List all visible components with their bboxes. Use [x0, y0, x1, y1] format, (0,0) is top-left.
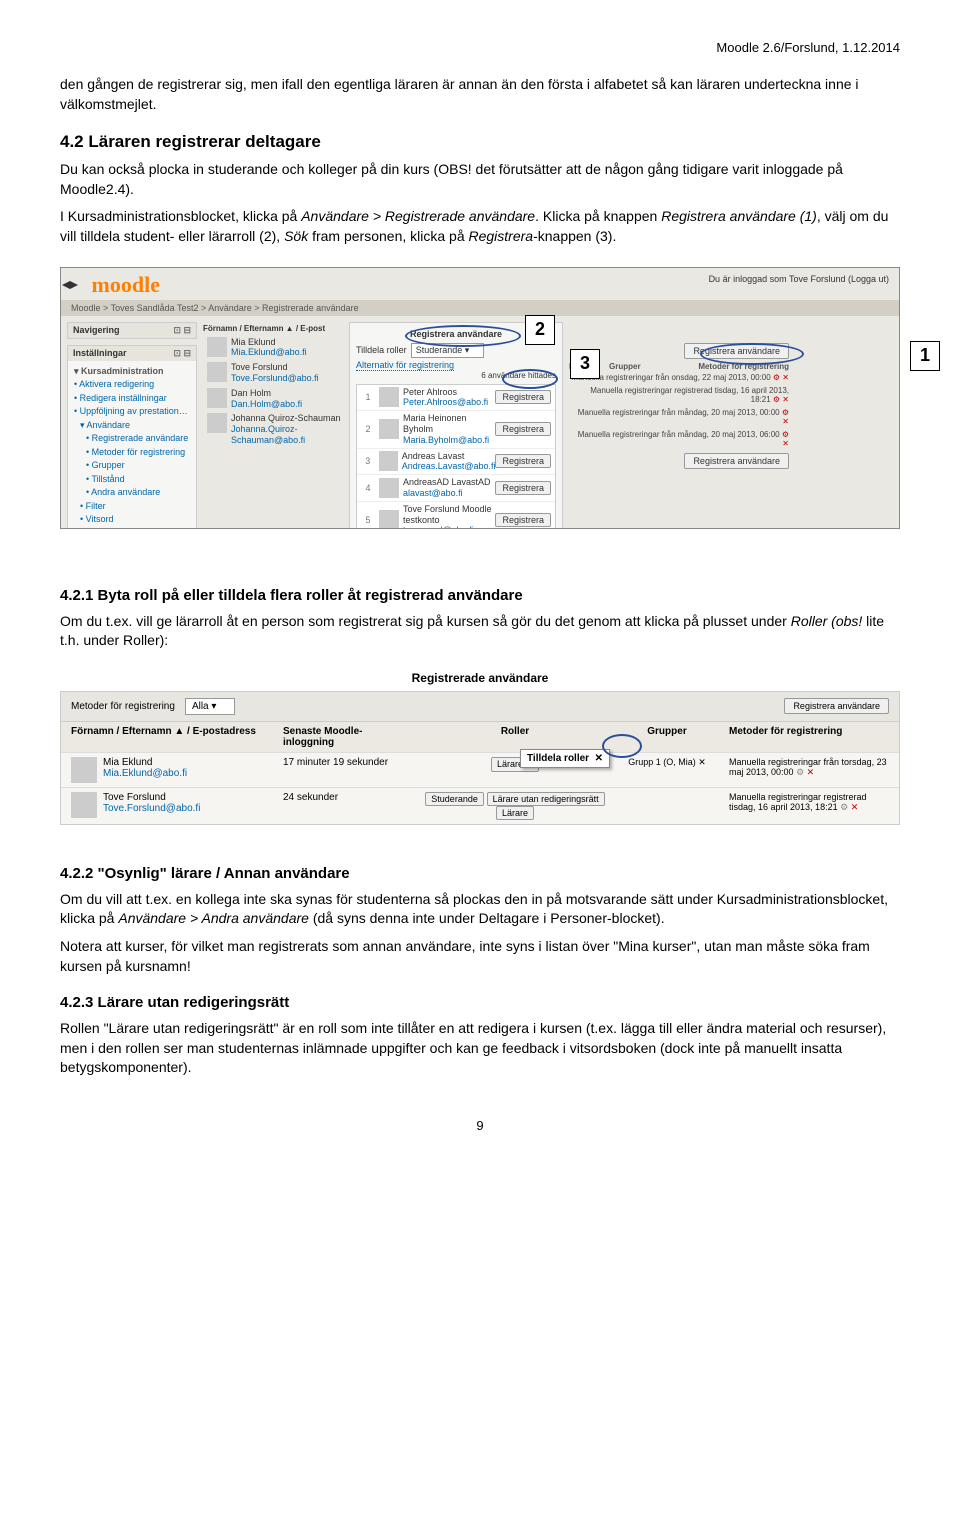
popup-user-row: 5Tove Forslund Moodle testkontotovemood@…	[357, 502, 555, 529]
avatar	[71, 792, 97, 818]
avatar	[379, 478, 399, 498]
method-row: Manuella registreringar från onsdag, 22 …	[569, 371, 789, 384]
sidebar-item[interactable]: • Vitsord	[74, 513, 190, 527]
annotation-oval-1	[700, 343, 804, 365]
nav-panel-title: Navigering	[73, 325, 120, 336]
p-4-2-1: Om du t.ex. vill ge lärarroll åt en pers…	[60, 612, 900, 651]
col-roles: Roller	[419, 726, 611, 748]
breadcrumb: Moodle > Toves Sandlåda Test2 > Användar…	[61, 300, 899, 316]
annotation-oval-2	[405, 325, 521, 347]
moodle-logo: moodle	[82, 268, 170, 300]
assign-roles-tooltip: Tilldela roller ✕	[520, 749, 610, 768]
avatar	[379, 419, 399, 439]
role-label: Tilldela roller	[356, 345, 407, 355]
page-number: 9	[60, 1118, 900, 1133]
callout-2: 2	[525, 315, 555, 345]
table-row: Tove ForslundTove.Forslund@abo.fi24 seku…	[61, 787, 899, 824]
role-option[interactable]: Lärare utan redigeringsrätt	[487, 792, 605, 806]
callout-3: 3	[570, 349, 600, 379]
avatar	[207, 362, 227, 382]
delete-icon[interactable]: ✕	[851, 802, 859, 812]
sidebar-item[interactable]: • Filter	[74, 500, 190, 514]
avatar	[207, 388, 227, 408]
sidebar-item[interactable]: • Grupper	[74, 459, 190, 473]
alt-registration-link[interactable]: Alternativ för registrering	[356, 360, 454, 371]
register-button[interactable]: Registrera	[495, 481, 551, 495]
popup-user-row: 3Andreas LavastAndreas.Lavast@abo.fiRegi…	[357, 449, 555, 476]
sidebar-item[interactable]: • Aktivera redigering	[74, 378, 190, 392]
col-login: Senaste Moodle-inloggning	[277, 726, 419, 748]
p-4-2-a: Du kan också plocka in studerande och ko…	[60, 160, 900, 199]
list-item: Tove ForslundTove.Forslund@abo.fi	[203, 360, 343, 386]
method-select[interactable]: Alla ▾	[185, 698, 236, 715]
callout-1: 1	[910, 341, 940, 371]
method-row: Manuella registreringar från måndag, 20 …	[569, 428, 789, 450]
settings-panel-title: Inställningar	[73, 348, 127, 359]
intro-paragraph: den gången de registrerar sig, men ifall…	[60, 75, 900, 114]
avatar	[379, 387, 399, 407]
left-users-header: Förnamn / Efternamn ▲ / E-post	[203, 322, 343, 335]
sidebar-item[interactable]: • Tillstånd	[74, 473, 190, 487]
page-header: Moodle 2.6/Forslund, 1.12.2014	[60, 40, 900, 55]
login-status: Du är inloggad som Tove Forslund (Logga …	[709, 274, 889, 284]
avatar	[379, 510, 399, 529]
sidebar-item[interactable]: • Uppföljning av prestationerna	[74, 405, 190, 419]
sidebar-item[interactable]: • Registrerade användare	[74, 432, 190, 446]
p-4-2-2-a: Om du vill att t.ex. en kollega inte ska…	[60, 890, 900, 929]
gear-icon[interactable]: ⚙	[840, 802, 848, 812]
avatar	[71, 757, 97, 783]
heading-4-2-2: 4.2.2 "Osynlig" lärare / Annan användare	[60, 865, 900, 882]
method-row: Manuella registreringar från måndag, 20 …	[569, 406, 789, 428]
method-label: Metoder för registrering	[71, 701, 175, 712]
role-option[interactable]: Studerande	[425, 792, 484, 806]
register-user-button-bottom[interactable]: Registrera användare	[684, 453, 789, 469]
avatar	[379, 451, 398, 471]
register-button[interactable]: Registrera	[495, 454, 551, 468]
register-button[interactable]: Registrera	[495, 422, 551, 436]
register-user-button[interactable]: Registrera användare	[784, 698, 889, 714]
popup-user-row: 2Maria Heinonen ByholmMaria.Byholm@abo.f…	[357, 411, 555, 448]
avatar	[207, 413, 227, 433]
col-name[interactable]: Förnamn / Efternamn ▲ / E-postadress	[65, 726, 277, 748]
p-4-2-2-b: Notera att kurser, för vilket man regist…	[60, 937, 900, 976]
register-button[interactable]: Registrera	[495, 390, 551, 404]
heading-4-2: 4.2 Läraren registrerar deltagare	[60, 132, 900, 152]
heading-4-2-3: 4.2.3 Lärare utan redigeringsrätt	[60, 994, 900, 1011]
p-4-2-b: I Kursadministrationsblocket, klicka på …	[60, 207, 900, 246]
popup-user-row: 4AndreasAD LavastADalavast@abo.fiRegistr…	[357, 475, 555, 502]
heading-4-2-1: 4.2.1 Byta roll på eller tilldela flera …	[60, 587, 900, 604]
table-row: Mia EklundMia.Eklund@abo.fi17 minuter 19…	[61, 752, 899, 787]
sidebar-item[interactable]: • Säkerhetskopiera	[74, 527, 190, 529]
sidebar-item[interactable]: ▾ Användare	[74, 419, 190, 433]
avatar	[207, 337, 227, 357]
sidebar-item[interactable]: • Redigera inställningar	[74, 392, 190, 406]
role-option[interactable]: Lärare	[496, 806, 534, 820]
graduation-cap-icon	[61, 280, 79, 292]
delete-icon[interactable]: ✕	[807, 767, 815, 777]
gear-icon[interactable]: ⚙	[796, 767, 804, 777]
figure-2: Registrerade användare Metoder för regis…	[60, 671, 900, 825]
list-item: Dan HolmDan.Holm@abo.fi	[203, 386, 343, 412]
list-item: Mia EklundMia.Eklund@abo.fi	[203, 335, 343, 361]
list-item: Johanna Quiroz-SchaumanJohanna.Quiroz-Sc…	[203, 411, 343, 447]
annotation-oval-3	[502, 369, 558, 389]
register-button[interactable]: Registrera	[495, 513, 551, 527]
reg-users-title: Registrerade användare	[60, 671, 900, 685]
p-4-2-3: Rollen "Lärare utan redigeringsrätt" är …	[60, 1019, 900, 1078]
sidebar-item[interactable]: • Metoder för registrering	[74, 446, 190, 460]
figure-1: moodle Du är inloggad som Tove Forslund …	[60, 267, 900, 547]
annotation-oval-plus	[602, 734, 642, 758]
sidebar-item[interactable]: • Andra användare	[74, 486, 190, 500]
col-method: Metoder för registrering	[723, 726, 895, 748]
method-row: Manuella registreringar registrerad tisd…	[569, 384, 789, 406]
